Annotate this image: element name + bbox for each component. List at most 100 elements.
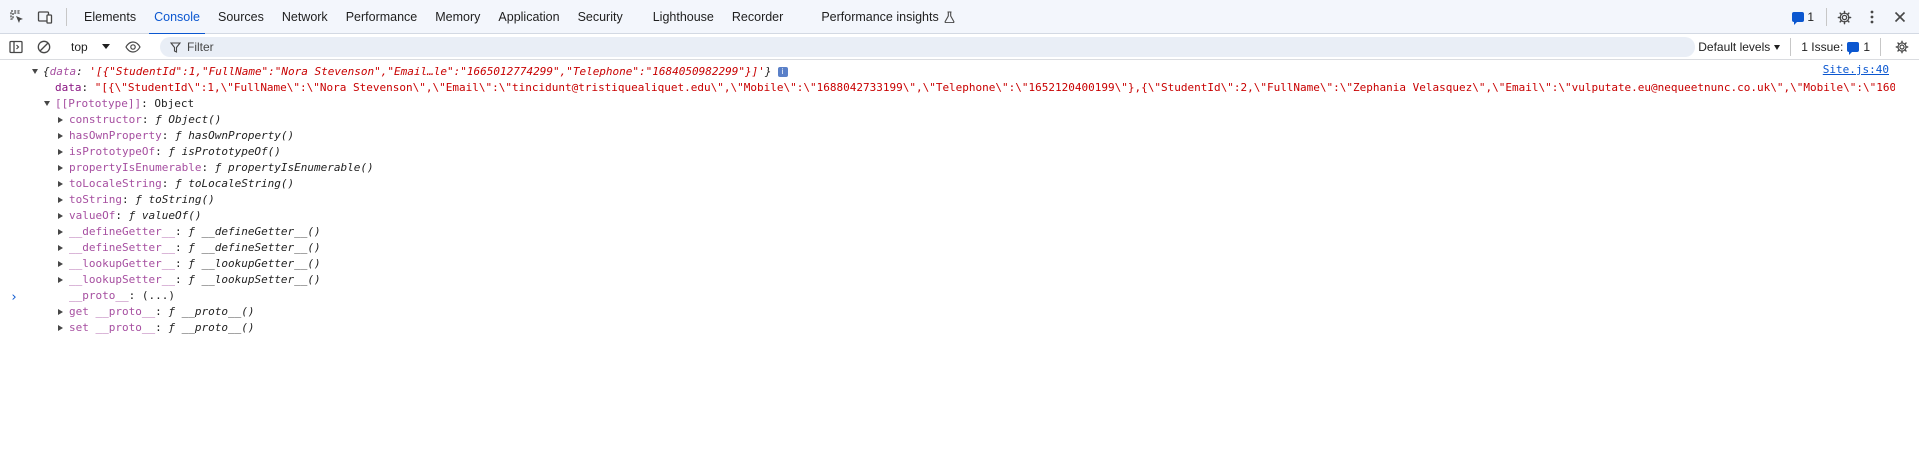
issues-counter[interactable]: 1 <box>1792 10 1814 25</box>
gear-icon[interactable] <box>1833 6 1855 28</box>
prop-colon: : <box>174 257 189 270</box>
prop-name: isPrototypeOf <box>69 145 156 158</box>
prototype-prop-row[interactable]: __lookupSetter__: ƒ __lookupSetter__() <box>58 272 321 288</box>
close-icon[interactable] <box>1889 6 1911 28</box>
prototype-prop-row[interactable]: __defineSetter__: ƒ __defineSetter__() <box>58 240 321 256</box>
prototype-colon: : <box>141 97 155 110</box>
prop-name: constructor <box>69 113 142 126</box>
tab-network[interactable]: Network <box>273 0 337 34</box>
data-key: data <box>55 81 82 94</box>
console-settings-icon[interactable] <box>1891 36 1913 58</box>
tab-application[interactable]: Application <box>489 0 568 34</box>
summary-value: '[{"StudentId":1,"FullName":"Nora Steven… <box>89 65 765 78</box>
tab-performance-insights[interactable]: Performance insights <box>812 0 963 34</box>
prop-colon: : <box>155 305 169 318</box>
tab-recorder[interactable]: Recorder <box>723 0 792 34</box>
data-property[interactable]: data: "[{\"StudentId\":1,\"FullName\":\"… <box>55 80 1895 96</box>
expand-triangle-icon <box>44 101 50 106</box>
prop-value: ƒ toLocaleString() <box>174 177 295 190</box>
eye-icon[interactable] <box>122 36 144 58</box>
prop-value: ƒ __lookupSetter__() <box>188 273 321 286</box>
issues-counter-value: 1 <box>1807 10 1814 24</box>
filter-input[interactable]: Filter <box>160 37 1695 57</box>
expand-triangle-icon <box>58 261 63 267</box>
prop-name: __defineSetter__ <box>69 241 175 254</box>
prototype-prop-row[interactable]: __lookupGetter__: ƒ __lookupGetter__() <box>58 256 321 272</box>
prototype-prop-row[interactable]: __proto__: (...) <box>58 288 175 304</box>
clear-console-icon[interactable] <box>33 36 55 58</box>
expand-triangle-icon <box>58 213 63 219</box>
issues-link-label: 1 Issue: <box>1801 40 1844 54</box>
devtools-tabbar: Elements Console Sources Network Perform… <box>0 0 1919 35</box>
prop-name: toLocaleString <box>69 177 162 190</box>
more-vertical-icon[interactable] <box>1861 6 1883 28</box>
prop-name: set __proto__ <box>69 321 156 334</box>
console-prompt[interactable]: › <box>10 290 18 305</box>
prop-value: ƒ __defineSetter__() <box>188 241 321 254</box>
tab-performance[interactable]: Performance <box>337 0 427 34</box>
log-levels-label: Default levels <box>1698 40 1771 54</box>
prototype-prop-row[interactable]: toString: ƒ toString() <box>58 192 215 208</box>
sidebar-toggle-icon[interactable] <box>5 36 27 58</box>
prototype-prop-row[interactable]: __defineGetter__: ƒ __defineGetter__() <box>58 224 321 240</box>
issues-link[interactable]: 1 Issue: 1 <box>1801 40 1870 55</box>
prop-name: propertyIsEnumerable <box>69 161 202 174</box>
prop-name: __defineGetter__ <box>69 225 175 238</box>
prototype-node[interactable]: [[Prototype]]: Object <box>44 96 194 112</box>
brace-open: { <box>43 65 50 78</box>
prop-name: hasOwnProperty <box>69 129 162 142</box>
context-selector-value: top <box>71 39 88 54</box>
prop-value: ƒ hasOwnProperty() <box>174 129 295 142</box>
expand-triangle-icon <box>58 181 63 187</box>
tab-elements[interactable]: Elements <box>75 0 145 34</box>
summary-key: data <box>49 65 77 78</box>
tabbar-right-controls: 1 <box>1792 0 1911 34</box>
prototype-prop-row[interactable]: set __proto__: ƒ __proto__() <box>58 320 254 336</box>
device-toolbar-icon[interactable] <box>34 6 56 28</box>
tabbar-right-divider <box>1826 8 1827 26</box>
tabbar-divider <box>66 7 67 26</box>
prop-value: (...) <box>141 289 175 302</box>
prop-name: valueOf <box>69 209 116 222</box>
data-colon: : <box>81 81 95 94</box>
filter-placeholder: Filter <box>187 40 214 54</box>
prop-colon: : <box>174 241 189 254</box>
prototype-prop-row[interactable]: valueOf: ƒ valueOf() <box>58 208 201 224</box>
console-toolbar-right: Default levels 1 Issue: 1 <box>1698 34 1913 60</box>
expand-triangle-icon <box>58 229 63 235</box>
tab-security[interactable]: Security <box>569 0 632 34</box>
tab-console[interactable]: Console <box>145 0 209 35</box>
prototype-prop-row[interactable]: isPrototypeOf: ƒ isPrototypeOf() <box>58 144 281 160</box>
prop-value: ƒ __defineGetter__() <box>188 225 321 238</box>
prop-name: __lookupSetter__ <box>69 273 175 286</box>
tab-memory[interactable]: Memory <box>426 0 489 34</box>
expand-triangle-icon <box>58 197 63 203</box>
context-selector[interactable]: top <box>65 40 110 54</box>
prop-colon: : <box>174 273 189 286</box>
object-summary[interactable]: {data: '[{"StudentId":1,"FullName":"Nora… <box>32 64 788 80</box>
prop-value: ƒ toString() <box>135 193 215 206</box>
source-link[interactable]: Site.js:40 <box>1823 63 1889 76</box>
prototype-prop-row[interactable]: hasOwnProperty: ƒ hasOwnProperty() <box>58 128 294 144</box>
log-levels-dropdown[interactable]: Default levels <box>1698 40 1781 54</box>
prop-colon: : <box>155 145 169 158</box>
info-icon[interactable]: i <box>777 67 788 77</box>
chevron-down-icon <box>101 44 110 49</box>
prop-colon: : <box>115 209 129 222</box>
prop-name: __proto__ <box>69 289 129 302</box>
prototype-prop-row[interactable]: propertyIsEnumerable: ƒ propertyIsEnumer… <box>58 160 374 176</box>
filter-icon <box>170 41 181 53</box>
tab-lighthouse[interactable]: Lighthouse <box>644 0 723 34</box>
prop-colon: : <box>155 321 169 334</box>
prop-name: get __proto__ <box>69 305 156 318</box>
expand-triangle-icon <box>58 277 63 283</box>
prop-colon: : <box>121 193 136 206</box>
tab-sources[interactable]: Sources <box>209 0 273 34</box>
inspect-element-icon[interactable] <box>6 6 28 28</box>
chevron-down-icon <box>1774 44 1781 50</box>
prototype-prop-row[interactable]: get __proto__: ƒ __proto__() <box>58 304 254 320</box>
prop-colon: : <box>141 113 156 126</box>
expand-triangle-icon <box>32 69 38 74</box>
prototype-prop-row[interactable]: toLocaleString: ƒ toLocaleString() <box>58 176 294 192</box>
prototype-prop-row[interactable]: constructor: ƒ Object() <box>58 112 221 128</box>
